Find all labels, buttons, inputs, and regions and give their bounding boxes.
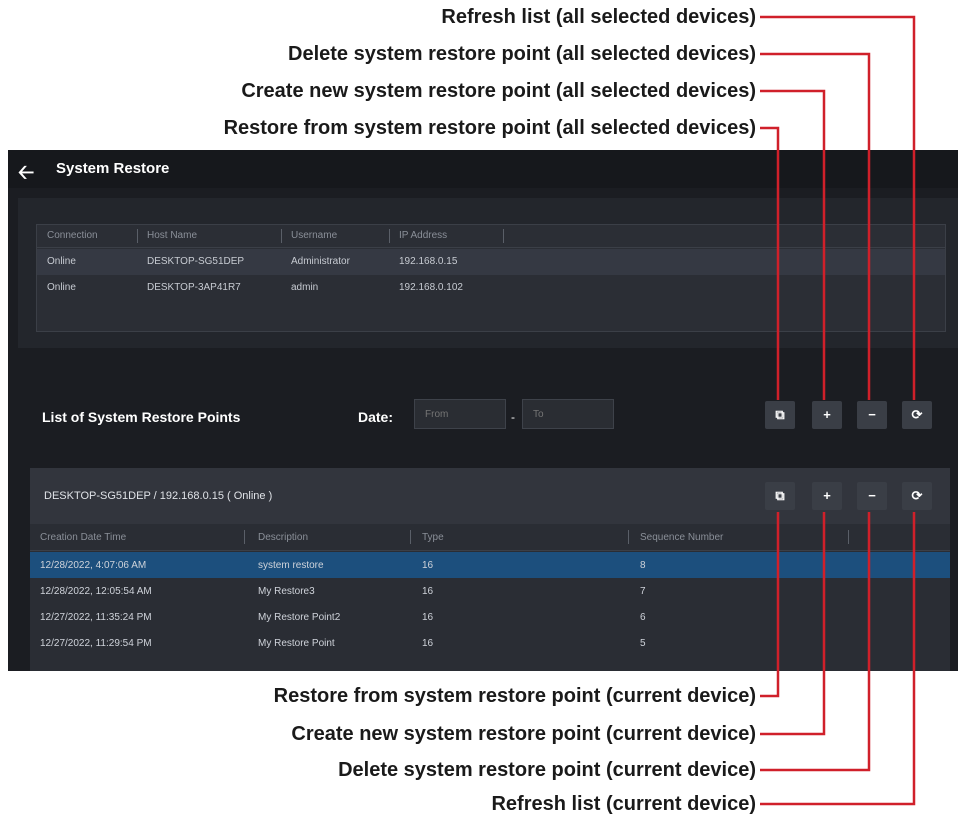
type-cell: 16	[422, 638, 434, 649]
date-separator: -	[511, 410, 515, 424]
delete-current-button[interactable]: −	[857, 482, 887, 510]
minus-icon: −	[868, 407, 876, 422]
connection-cell: Online	[47, 282, 76, 293]
device-table: Connection Host Name Username IP Address…	[36, 224, 946, 332]
column-header[interactable]: Host Name	[147, 230, 197, 241]
callout-delete-current: Delete system restore point (current dev…	[338, 759, 756, 781]
description-cell: My Restore Point2	[258, 612, 341, 623]
minus-icon: −	[868, 488, 876, 503]
restore-current-button[interactable]: ⧉	[765, 482, 795, 510]
creation-date-cell: 12/28/2022, 4:07:06 AM	[40, 560, 147, 571]
host-name-cell: DESKTOP-SG51DEP	[147, 256, 245, 267]
description-cell: system restore	[258, 560, 324, 571]
column-header[interactable]: IP Address	[399, 230, 447, 241]
refresh-all-button[interactable]: ⟳	[902, 401, 932, 429]
column-header[interactable]: Sequence Number	[640, 532, 723, 543]
system-restore-window: 🡠 System Restore Connection Host Name Us…	[8, 150, 958, 671]
restore-point-panel: DESKTOP-SG51DEP / 192.168.0.15 ( Online …	[30, 468, 950, 671]
column-header[interactable]: Connection	[47, 230, 98, 241]
username-cell: Administrator	[291, 256, 350, 267]
host-name-cell: DESKTOP-3AP41R7	[147, 282, 241, 293]
restore-icon: ⧉	[775, 407, 785, 422]
column-divider	[410, 530, 411, 544]
callout-restore-current: Restore from system restore point (curre…	[273, 685, 756, 707]
column-divider	[503, 229, 504, 243]
callout-delete-all: Delete system restore point (all selecte…	[288, 43, 756, 65]
column-divider	[137, 229, 138, 243]
table-row[interactable]: 12/28/2022, 12:05:54 AM My Restore3 16 7	[30, 578, 950, 604]
username-cell: admin	[291, 282, 319, 293]
date-to-input[interactable]	[522, 399, 614, 429]
description-cell: My Restore3	[258, 586, 315, 597]
callout-create-all: Create new system restore point (all sel…	[241, 80, 756, 102]
table-row[interactable]: 12/27/2022, 11:35:24 PM My Restore Point…	[30, 604, 950, 630]
sequence-cell: 5	[640, 638, 646, 649]
creation-date-cell: 12/27/2022, 11:29:54 PM	[40, 638, 152, 649]
refresh-icon: ⟳	[911, 488, 923, 503]
date-label: Date:	[358, 409, 394, 425]
restore-all-button[interactable]: ⧉	[765, 401, 795, 429]
current-device-label: DESKTOP-SG51DEP / 192.168.0.15 ( Online …	[44, 490, 273, 502]
refresh-current-button[interactable]: ⟳	[902, 482, 932, 510]
callout-restore-all: Restore from system restore point (all s…	[223, 117, 756, 139]
restore-point-table-header: Creation Date Time Description Type Sequ…	[30, 524, 950, 551]
column-divider	[628, 530, 629, 544]
column-divider	[281, 229, 282, 243]
table-row[interactable]: 12/28/2022, 4:07:06 AM system restore 16…	[30, 552, 950, 578]
table-row[interactable]: Online DESKTOP-SG51DEP Administrator 192…	[37, 249, 945, 275]
column-header[interactable]: Description	[258, 532, 308, 543]
callout-refresh-all: Refresh list (all selected devices)	[441, 6, 756, 28]
column-header[interactable]: Username	[291, 230, 337, 241]
table-row[interactable]: 12/27/2022, 11:29:54 PM My Restore Point…	[30, 630, 950, 656]
ip-address-cell: 192.168.0.102	[399, 282, 463, 293]
column-header[interactable]: Type	[422, 532, 444, 543]
create-current-button[interactable]: +	[812, 482, 842, 510]
section-title: List of System Restore Points	[42, 409, 241, 425]
type-cell: 16	[422, 560, 434, 571]
type-cell: 16	[422, 612, 434, 623]
table-row[interactable]: Online DESKTOP-3AP41R7 admin 192.168.0.1…	[37, 275, 945, 301]
create-all-button[interactable]: +	[812, 401, 842, 429]
type-cell: 16	[422, 586, 434, 597]
callout-create-current: Create new system restore point (current…	[291, 723, 756, 745]
plus-icon: +	[823, 488, 831, 503]
sequence-cell: 6	[640, 612, 646, 623]
column-header[interactable]: Creation Date Time	[40, 532, 126, 543]
title-bar: 🡠 System Restore	[8, 150, 958, 188]
restore-icon: ⧉	[775, 488, 785, 503]
delete-all-button[interactable]: −	[857, 401, 887, 429]
callout-refresh-current: Refresh list (current device)	[491, 793, 756, 815]
arrow-left-icon[interactable]: 🡠	[18, 158, 34, 192]
connection-cell: Online	[47, 256, 76, 267]
creation-date-cell: 12/27/2022, 11:35:24 PM	[40, 612, 152, 623]
refresh-icon: ⟳	[911, 407, 923, 422]
description-cell: My Restore Point	[258, 638, 335, 649]
plus-icon: +	[823, 407, 831, 422]
sequence-cell: 8	[640, 560, 646, 571]
date-from-input[interactable]	[414, 399, 506, 429]
column-divider	[244, 530, 245, 544]
device-table-header: Connection Host Name Username IP Address	[37, 225, 945, 248]
creation-date-cell: 12/28/2022, 12:05:54 AM	[40, 586, 152, 597]
column-divider	[389, 229, 390, 243]
page-title: System Restore	[56, 160, 170, 177]
column-divider	[848, 530, 849, 544]
ip-address-cell: 192.168.0.15	[399, 256, 458, 267]
sequence-cell: 7	[640, 586, 646, 597]
